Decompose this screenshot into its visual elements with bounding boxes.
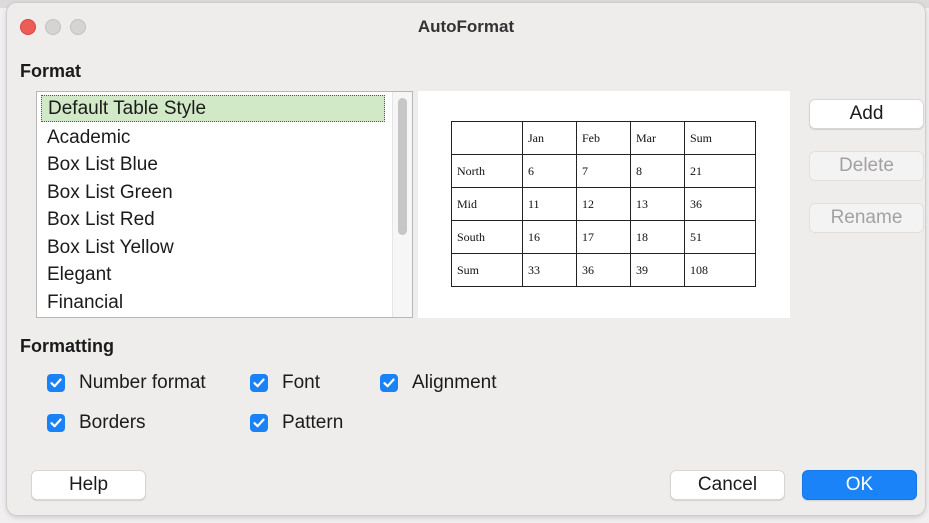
rename-button[interactable]: Rename (809, 203, 924, 233)
list-item-box-list-blue[interactable]: Box List Blue (41, 151, 385, 178)
font-label: Font (282, 372, 321, 393)
preview-cell: Mar (630, 121, 685, 155)
help-button[interactable]: Help (31, 470, 146, 500)
preview-cell: 17 (576, 220, 631, 254)
list-item-academic[interactable]: Academic (41, 124, 385, 151)
preview-cell: Sum (451, 253, 523, 287)
preview-cell: 12 (576, 187, 631, 221)
title-bar: AutoFormat (7, 3, 925, 49)
preview-cell: 33 (522, 253, 577, 287)
preview-cell: Feb (576, 121, 631, 155)
list-item-box-list-green[interactable]: Box List Green (41, 179, 385, 206)
preview-row: North 6 7 8 21 (451, 154, 756, 188)
preview-cell: Mid (451, 187, 523, 221)
scrollbar-thumb[interactable] (398, 98, 407, 235)
preview-cell: 21 (684, 154, 756, 188)
list-item-elegant[interactable]: Elegant (41, 261, 385, 288)
list-item-financial[interactable]: Financial (41, 289, 385, 316)
list-item-default-table-style[interactable]: Default Table Style (41, 95, 385, 122)
list-item-box-list-red[interactable]: Box List Red (41, 206, 385, 233)
preview-cell: Jan (522, 121, 577, 155)
font-option[interactable]: Font (250, 372, 320, 394)
preview-cell: 6 (522, 154, 577, 188)
preview-cell: 36 (684, 187, 756, 221)
table-style-list[interactable]: Default Table Style Academic Box List Bl… (36, 91, 413, 318)
preview-cell: North (451, 154, 523, 188)
cancel-button[interactable]: Cancel (670, 470, 785, 500)
pattern-option[interactable]: Pattern (250, 412, 343, 434)
formatting-section-label: Formatting (20, 336, 114, 356)
preview-row: South 16 17 18 51 (451, 220, 756, 254)
checkmark-icon[interactable] (250, 414, 268, 432)
preview-row: Sum 33 36 39 108 (451, 253, 756, 287)
preview-cell: South (451, 220, 523, 254)
number-format-label: Number format (79, 372, 206, 393)
alignment-label: Alignment (412, 372, 497, 393)
preview-cell: Sum (684, 121, 756, 155)
alignment-option[interactable]: Alignment (380, 372, 497, 394)
autoformat-dialog: AutoFormat Format Default Table Style Ac… (7, 3, 925, 515)
format-section-label: Format (20, 61, 82, 81)
pattern-label: Pattern (282, 412, 344, 433)
preview-cell: 36 (576, 253, 631, 287)
checkmark-icon[interactable] (250, 374, 268, 392)
checkmark-icon[interactable] (47, 414, 65, 432)
preview-cell (451, 121, 523, 155)
preview-cell: 16 (522, 220, 577, 254)
borders-option[interactable]: Borders (47, 412, 146, 434)
checkmark-icon[interactable] (380, 374, 398, 392)
number-format-option[interactable]: Number format (47, 372, 206, 394)
table-preview: Jan Feb Mar Sum North 6 7 8 21 Mid 11 12… (418, 91, 790, 318)
checkmark-icon[interactable] (47, 374, 65, 392)
preview-row: Mid 11 12 13 36 (451, 187, 756, 221)
preview-header-row: Jan Feb Mar Sum (451, 121, 756, 155)
borders-label: Borders (79, 412, 146, 433)
list-scrollbar[interactable] (392, 92, 412, 317)
add-button[interactable]: Add (809, 99, 924, 129)
preview-cell: 51 (684, 220, 756, 254)
preview-cell: 39 (630, 253, 685, 287)
list-item-box-list-yellow[interactable]: Box List Yellow (41, 234, 385, 261)
dialog-title: AutoFormat (417, 17, 515, 36)
preview-cell: 11 (522, 187, 577, 221)
preview-cell: 8 (630, 154, 685, 188)
ok-button[interactable]: OK (802, 470, 917, 500)
preview-cell: 7 (576, 154, 631, 188)
delete-button[interactable]: Delete (809, 151, 924, 181)
preview-table: Jan Feb Mar Sum North 6 7 8 21 Mid 11 12… (451, 121, 756, 287)
preview-cell: 18 (630, 220, 685, 254)
preview-cell: 13 (630, 187, 685, 221)
preview-cell: 108 (684, 253, 756, 287)
